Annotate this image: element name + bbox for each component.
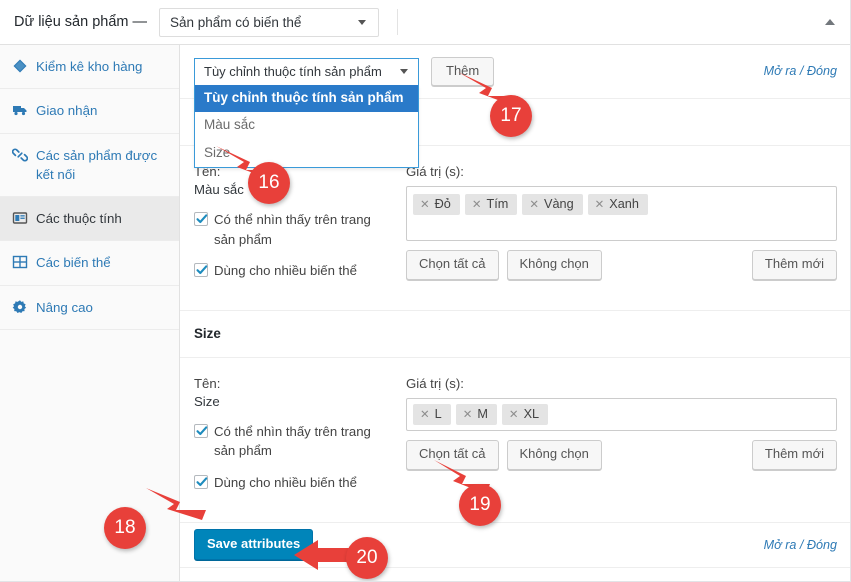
color-values-box[interactable]: ✕ Đỏ ✕ Tím ✕ Vàng ✕ Xanh: [406, 186, 837, 242]
sidebar-item-attributes[interactable]: Các thuộc tính: [0, 197, 179, 242]
annotation-badge-20: 20: [346, 537, 388, 579]
product-data-header: Dữ liệu sản phẩm — Sản phẩm có biến thể: [0, 0, 850, 45]
value-tag-label: M: [477, 407, 488, 422]
value-tag-label: Xanh: [609, 197, 639, 212]
size-variation-checkbox[interactable]: Dùng cho nhiều biến thể: [194, 473, 394, 492]
size-select-none-button[interactable]: Không chọn: [506, 440, 602, 471]
header-divider: [397, 9, 399, 35]
checkbox-checked-icon: [194, 212, 208, 227]
chevron-down-icon: [358, 19, 367, 25]
checkbox-label: Dùng cho nhiều biến thể: [214, 262, 357, 278]
checkbox-label: Dùng cho nhiều biến thể: [214, 474, 357, 490]
attribute-values-label: Giá trị (s):: [406, 375, 464, 391]
attribute-values-label: Giá trị (s):: [406, 164, 464, 179]
sidebar-item-label: Kiểm kê kho hàng: [36, 59, 143, 74]
value-tag-label: Tím: [486, 197, 509, 212]
remove-icon[interactable]: ✕: [595, 197, 605, 211]
sidebar-item-label: Giao nhận: [36, 103, 98, 119]
attribute-body-size: Tên: Size Có thể nhìn thấy trên trang sả…: [180, 357, 850, 523]
annotation-badge-18: 18: [104, 507, 146, 549]
sidebar-item-shipping[interactable]: Giao nhận: [0, 89, 179, 134]
remove-icon[interactable]: ✕: [509, 407, 519, 421]
product-type-select[interactable]: Sản phẩm có biến thể: [159, 7, 380, 37]
attribute-name-value: Size: [194, 394, 220, 410]
size-visible-checkbox[interactable]: Có thể nhìn thấy trên trang sản phẩm: [194, 422, 394, 460]
attributes-footer: Save attributes Mở ra / Đóng: [180, 522, 850, 568]
attribute-right-column-size: Giá trị (s): ✕ L ✕ M ✕ XL Chọn tất cả Không…: [406, 374, 837, 504]
chevron-down-icon: [400, 69, 408, 74]
size-value-actions: Chọn tất cả Không chọn Thêm mới: [406, 440, 837, 471]
size-add-new-button[interactable]: Thêm mới: [751, 440, 837, 471]
save-attributes-button[interactable]: Save attributes: [194, 529, 314, 561]
attribute-name-label: Tên:: [194, 375, 221, 391]
link-icon: [11, 147, 29, 164]
value-tag[interactable]: ✕ Vàng: [522, 194, 583, 216]
dropdown-option-color[interactable]: Màu sắc: [195, 112, 418, 139]
annotation-badge-17: 17: [490, 95, 532, 137]
value-tag[interactable]: ✕ XL: [501, 404, 549, 426]
size-values-box[interactable]: ✕ L ✕ M ✕ XL: [406, 398, 837, 432]
remove-icon[interactable]: ✕: [529, 197, 539, 211]
color-select-all-button[interactable]: Chọn tất cả: [406, 250, 499, 281]
dropdown-option-custom[interactable]: Tùy chỉnh thuộc tính sản phẩm: [195, 85, 418, 113]
expand-collapse-link[interactable]: Mở ra / Đóng: [764, 64, 837, 78]
value-tag[interactable]: ✕ Xanh: [587, 194, 648, 216]
attribute-select-value: Tùy chỉnh thuộc tính sản phẩm: [204, 64, 382, 79]
product-data-panel: Dữ liệu sản phẩm — Sản phẩm có biến thể …: [0, 0, 851, 582]
sidebar-item-label: Nâng cao: [36, 299, 93, 315]
checkbox-checked-icon: [194, 474, 208, 489]
product-data-sidebar: Kiểm kê kho hàng Giao nhận Các sản phẩm …: [0, 45, 180, 581]
footer-expand-collapse-link[interactable]: Mở ra / Đóng: [764, 538, 837, 552]
remove-icon[interactable]: ✕: [463, 407, 473, 421]
color-value-actions: Chọn tất cả Không chọn Thêm mới: [406, 250, 837, 281]
color-variation-checkbox[interactable]: Dùng cho nhiều biến thể: [194, 261, 394, 280]
attribute-heading-label: Size: [194, 326, 221, 342]
value-tag-label: Vàng: [544, 197, 574, 212]
color-visible-checkbox[interactable]: Có thể nhìn thấy trên trang sản phẩm: [194, 210, 394, 248]
attribute-select-dropdown[interactable]: Tùy chỉnh thuộc tính sản phẩm Màu sắc Si…: [194, 85, 419, 168]
page-title: Dữ liệu sản phẩm —: [14, 14, 148, 30]
value-tag[interactable]: ✕ L: [413, 404, 451, 426]
inventory-icon: [12, 58, 28, 75]
annotation-badge-16: 16: [248, 162, 290, 204]
attribute-select[interactable]: Tùy chỉnh thuộc tính sản phẩm: [194, 57, 419, 86]
checkbox-checked-icon: [194, 424, 208, 439]
checkbox-label: Có thể nhìn thấy trên trang sản phẩm: [214, 212, 371, 247]
triangle-up-icon[interactable]: [825, 19, 835, 25]
value-tag-label: XL: [523, 407, 540, 422]
remove-icon[interactable]: ✕: [420, 197, 430, 211]
gear-icon: [12, 299, 28, 316]
attribute-heading-size[interactable]: Size: [180, 310, 850, 358]
value-tag[interactable]: ✕ M: [455, 404, 497, 426]
color-select-none-button[interactable]: Không chọn: [506, 250, 602, 281]
sidebar-item-label: Các sản phẩm được kết nối: [36, 147, 158, 182]
sidebar-item-linked-products[interactable]: Các sản phẩm được kết nối: [0, 134, 179, 198]
size-select-all-button[interactable]: Chọn tất cả: [406, 440, 499, 471]
sidebar-item-variations[interactable]: Các biến thể: [0, 241, 179, 286]
color-add-new-button[interactable]: Thêm mới: [751, 250, 837, 281]
grid-icon: [12, 254, 28, 271]
sidebar-item-inventory[interactable]: Kiểm kê kho hàng: [0, 45, 179, 90]
add-attribute-button[interactable]: Thêm: [431, 56, 495, 87]
value-tag[interactable]: ✕ Tím: [464, 194, 518, 216]
value-tag-label: L: [434, 407, 442, 422]
attribute-left-column-color: Tên: Màu sắc Có thể nhìn thấy trên trang…: [194, 162, 406, 292]
sidebar-item-advanced[interactable]: Nâng cao: [0, 286, 179, 330]
attribute-right-column-color: Giá trị (s): ✕ Đỏ ✕ Tím ✕ Vàng ✕ Xanh Chọn t…: [406, 162, 837, 292]
dropdown-option-size[interactable]: Size: [195, 140, 418, 167]
product-type-value: Sản phẩm có biến thể: [170, 14, 302, 30]
sidebar-item-label: Các thuộc tính: [36, 211, 122, 227]
checkbox-label: Có thể nhìn thấy trên trang sản phẩm: [214, 424, 371, 459]
truck-icon: [12, 102, 28, 119]
remove-icon[interactable]: ✕: [420, 407, 430, 421]
value-tag[interactable]: ✕ Đỏ: [413, 194, 460, 216]
remove-icon[interactable]: ✕: [472, 197, 482, 211]
attributes-window-icon: [12, 210, 28, 227]
attribute-left-column-size: Tên: Size Có thể nhìn thấy trên trang sả…: [194, 374, 406, 504]
annotation-badge-19: 19: [459, 484, 501, 526]
attribute-name-value: Màu sắc: [194, 182, 244, 198]
value-tag-label: Đỏ: [434, 197, 451, 212]
sidebar-item-label: Các biến thể: [36, 255, 111, 271]
checkbox-checked-icon: [194, 262, 208, 277]
